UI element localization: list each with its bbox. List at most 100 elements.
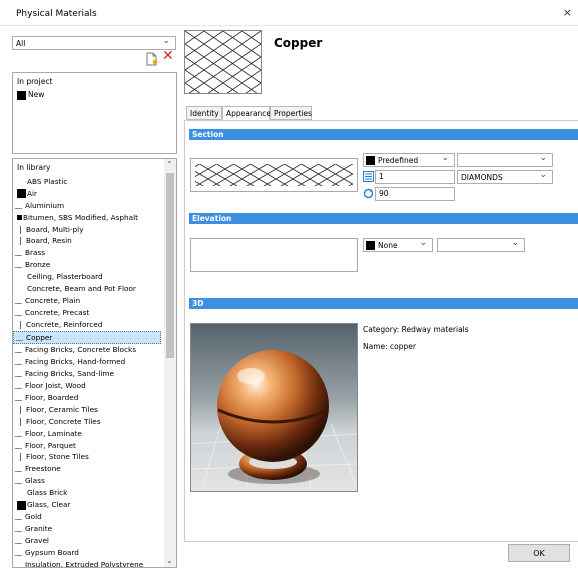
filter-dropdown-value: All (16, 39, 25, 48)
section-angle-input[interactable]: 90 (375, 187, 455, 201)
name-label: Name: (363, 342, 388, 351)
library-item[interactable]: Air (13, 188, 161, 200)
right-pane: Copper Identity Appearance Properties Se… (184, 30, 578, 566)
tab-appearance[interactable]: Appearance (222, 106, 270, 120)
section-pattern-type-dropdown[interactable]: ⌄ (457, 153, 553, 167)
library-item[interactable]: Bronze (13, 259, 161, 271)
library-item[interactable]: Glass Brick (13, 487, 161, 499)
library-item-label: Ceiling, Plasterboard (27, 272, 103, 281)
chevron-down-icon: ⌄ (419, 238, 427, 248)
library-item-label: Glass Brick (27, 488, 67, 497)
library-item-label: Granite (25, 524, 52, 533)
library-item[interactable]: Board, Multi-ply (13, 224, 161, 236)
library-item[interactable]: ABS Plastic (13, 176, 161, 188)
library-item-label: Board, Resin (26, 236, 72, 245)
section-header: Section (189, 129, 578, 140)
line-hatch-icon (20, 226, 25, 234)
library-item-label: Floor, Ceramic Tiles (26, 405, 98, 414)
library-item[interactable]: Concrete, Beam and Pot Floor (13, 283, 161, 295)
library-scrollbar[interactable]: ⌃ ⌄ (164, 159, 176, 567)
library-item[interactable]: Concrete, Plain (13, 295, 161, 307)
library-item-label: Floor, Concrete Tiles (26, 417, 101, 426)
library-item-label: Bronze (25, 260, 50, 269)
library-item[interactable]: Facing Bricks, Hand-formed (13, 356, 161, 368)
library-item[interactable]: Granite (13, 523, 161, 535)
library-item[interactable]: Aluminium (13, 200, 161, 212)
project-item-label: New (28, 90, 44, 99)
library-item[interactable]: Floor Joist, Wood (13, 380, 161, 392)
library-item-label: Insulation, Extruded Polystyrene (25, 560, 143, 568)
library-item[interactable]: Ceiling, Plasterboard (13, 271, 161, 283)
library-item-label: Gravel (25, 536, 49, 545)
library-item[interactable]: Facing Bricks, Sand-lime (13, 368, 161, 380)
library-item-label: Floor, Boarded (25, 393, 78, 402)
library-item[interactable]: Floor, Ceramic Tiles (13, 404, 161, 416)
square-hatch-icon (17, 215, 22, 220)
tab-identity[interactable]: Identity (186, 106, 222, 120)
delete-icon[interactable]: ✕ (162, 48, 174, 64)
section-scale-input[interactable]: 1 (375, 170, 455, 184)
blank-icon (17, 489, 26, 498)
project-item[interactable]: New (17, 90, 44, 100)
category-value: Redway materials (402, 325, 469, 334)
chevron-down-icon: ⌄ (162, 36, 170, 46)
library-item[interactable]: Facing Bricks, Concrete Blocks (13, 344, 161, 356)
name-info: Name: copper (363, 342, 416, 351)
library-item[interactable]: Glass (13, 475, 161, 487)
library-item-label: ABS Plastic (27, 177, 67, 186)
scale-icon (363, 171, 374, 182)
library-item-label: Facing Bricks, Concrete Blocks (25, 345, 136, 354)
appearance-content: Section Predefined ⌄ ⌄ 1 DIAMONDS ⌄ (184, 120, 578, 542)
library-item[interactable]: Board, Resin (13, 235, 161, 247)
library-item[interactable]: Floor, Parquet (13, 440, 161, 452)
library-item[interactable]: Glass, Clear (13, 499, 161, 511)
library-item[interactable]: Floor, Boarded (13, 392, 161, 404)
library-item-label: Facing Bricks, Hand-formed (25, 357, 125, 366)
elevation-color-dropdown[interactable]: None ⌄ (363, 238, 433, 252)
library-item-label: Freestone (25, 464, 61, 473)
line-hatch-icon (20, 237, 25, 245)
ok-button[interactable]: OK (508, 544, 570, 562)
library-item[interactable]: Freestone (13, 463, 161, 475)
filter-dropdown[interactable]: All ⌄ (12, 36, 176, 50)
section-color-dropdown[interactable]: Predefined ⌄ (363, 153, 455, 167)
library-item[interactable]: Insulation, Extruded Polystyrene (13, 559, 161, 568)
section-hatch-preview (190, 158, 358, 192)
library-item[interactable]: Floor, Stone Tiles (13, 451, 161, 463)
section-pattern-dropdown[interactable]: DIAMONDS ⌄ (457, 170, 553, 184)
library-item[interactable]: Concrete, Reinforced (13, 319, 161, 331)
line-hatch-icon (20, 321, 25, 329)
material-hatch-preview (184, 30, 262, 94)
section-color-value: Predefined (378, 156, 418, 165)
chevron-down-icon: ⌄ (441, 153, 449, 163)
library-item[interactable]: Floor, Laminate (13, 428, 161, 440)
library-item[interactable]: Floor, Concrete Tiles (13, 416, 161, 428)
category-info: Category: Redway materials (363, 325, 469, 334)
library-item[interactable]: Concrete, Precast (13, 307, 161, 319)
project-header: In project (17, 77, 52, 86)
close-icon[interactable]: × (563, 6, 572, 19)
chevron-down-icon: ⌄ (539, 170, 547, 180)
scroll-up-icon[interactable]: ⌃ (166, 160, 173, 169)
line-hatch-icon (20, 453, 25, 461)
library-item-label: Floor, Laminate (25, 429, 82, 438)
library-item[interactable]: Gold (13, 511, 161, 523)
black-swatch-icon (17, 91, 26, 100)
library-item[interactable]: Gypsum Board (13, 547, 161, 559)
line-hatch-icon (20, 418, 25, 426)
library-item[interactable]: Brass (13, 247, 161, 259)
black-swatch-icon (366, 156, 375, 165)
scroll-down-icon[interactable]: ⌄ (166, 556, 173, 565)
title-bar: Physical Materials × (0, 0, 578, 26)
tab-properties[interactable]: Properties (270, 106, 312, 120)
library-item-label: Concrete, Beam and Pot Floor (27, 284, 136, 293)
section-pattern-value: DIAMONDS (461, 173, 503, 182)
scrollbar-thumb[interactable] (166, 173, 174, 358)
library-item[interactable]: Copper (13, 331, 161, 345)
project-materials-panel: In project New (12, 72, 177, 154)
library-item[interactable]: Bitumen, SBS Modified, Asphalt (13, 212, 161, 224)
new-material-icon[interactable] (146, 52, 158, 66)
library-item[interactable]: Gravel (13, 535, 161, 547)
library-item-label: Glass (25, 476, 45, 485)
elevation-pattern-dropdown[interactable]: ⌄ (437, 238, 525, 252)
